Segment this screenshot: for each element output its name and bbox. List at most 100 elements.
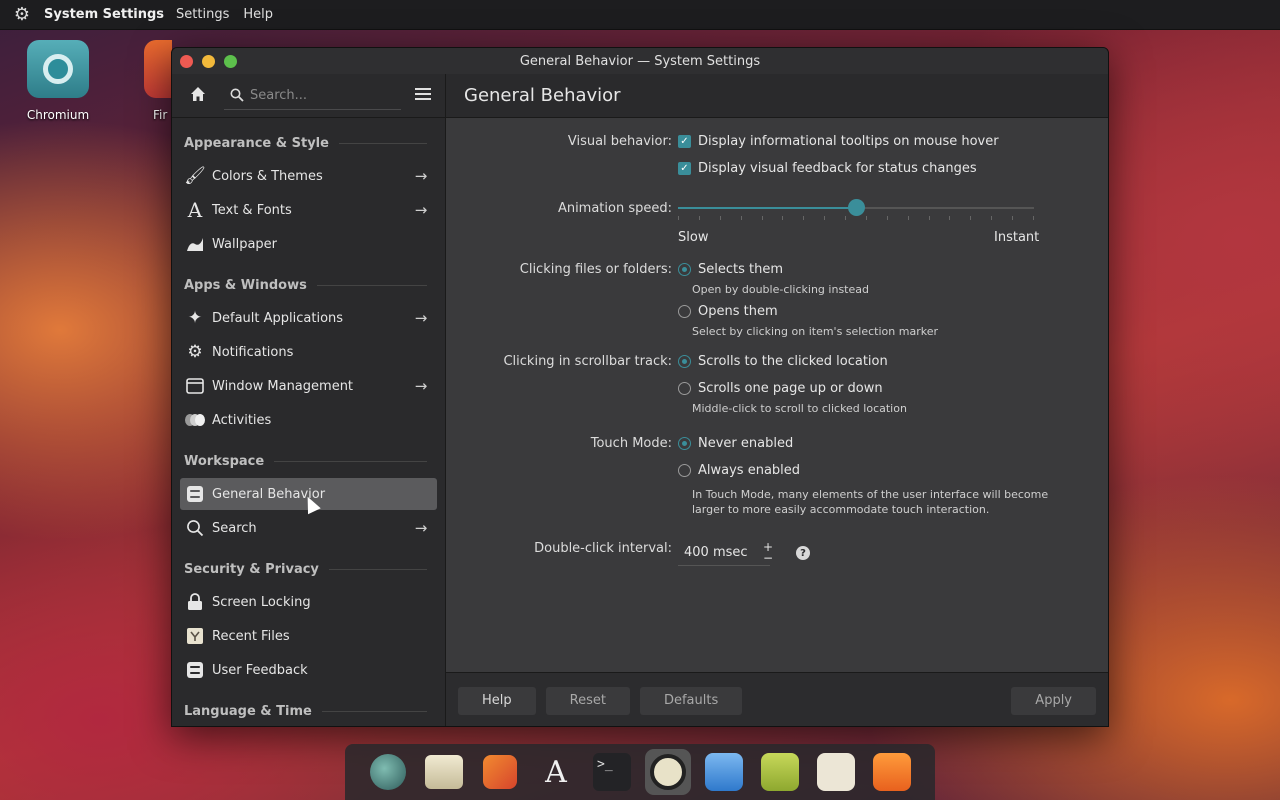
close-window-button[interactable] — [180, 54, 193, 68]
slider-tick — [866, 216, 867, 220]
sidebar-item-colors-themes[interactable]: 🖌 Colors & Themes → — [180, 160, 437, 192]
section-title: Apps & Windows — [184, 277, 307, 293]
help-button[interactable]: Help — [458, 686, 536, 715]
wallpaper-icon — [184, 233, 206, 255]
checkbox-label: Display informational tooltips on mouse … — [698, 134, 999, 149]
sidebar-item-label: Text & Fonts — [212, 202, 292, 218]
sidebar-item-notifications[interactable]: ⚙ Notifications — [180, 336, 437, 368]
dock-app-spreadsheet[interactable] — [757, 749, 803, 795]
menu-settings[interactable]: Settings — [176, 7, 229, 22]
section-title: Security & Privacy — [184, 561, 319, 577]
minimize-window-button[interactable] — [202, 54, 215, 68]
reset-button[interactable]: Reset — [545, 686, 630, 715]
spreadsheet-icon — [761, 753, 799, 791]
apply-button[interactable]: Apply — [1011, 686, 1096, 715]
sidebar-item-label: Colors & Themes — [212, 168, 323, 184]
search-icon — [184, 517, 206, 539]
sidebar-search[interactable] — [224, 82, 401, 110]
sidebar-item-screen-locking[interactable]: Screen Locking — [180, 586, 437, 618]
double-click-value[interactable]: 400 msec — [678, 540, 770, 566]
recent-files-icon — [184, 625, 206, 647]
sidebar: Appearance & Style 🖌 Colors & Themes → A… — [172, 74, 446, 726]
dock-app-vlc[interactable] — [869, 749, 915, 795]
hamburger-menu-button[interactable] — [409, 85, 437, 106]
desktop-icon-firefox[interactable]: Fir — [132, 40, 172, 122]
sidebar-item-wallpaper[interactable]: Wallpaper — [180, 228, 437, 260]
kde-logo-icon[interactable]: ⚙ — [0, 4, 44, 25]
scroll-to-location-radio[interactable]: Scrolls to the clicked location — [678, 354, 888, 369]
sidebar-item-label: Activities — [212, 412, 272, 428]
sidebar-item-user-feedback[interactable]: User Feedback — [180, 654, 437, 686]
search-icon — [230, 88, 244, 102]
sidebar-item-window-management[interactable]: Window Management → — [180, 370, 437, 402]
dock-app-terminal[interactable]: >_ — [589, 749, 635, 795]
slider-tick — [803, 216, 804, 220]
file-manager-icon — [425, 755, 463, 789]
opens-them-radio[interactable]: Opens them — [678, 304, 778, 319]
dock-app-firefox[interactable] — [477, 749, 523, 795]
touch-mode-hint-line2: larger to more easily accommodate touch … — [692, 503, 990, 516]
never-enabled-radio[interactable]: Never enabled — [678, 436, 793, 451]
maximize-window-button[interactable] — [224, 54, 237, 68]
sidebar-item-text-fonts[interactable]: A Text & Fonts → — [180, 194, 437, 226]
dock-app-files[interactable] — [365, 749, 411, 795]
animation-speed-label: Animation speed: — [557, 201, 672, 216]
selects-them-hint: Open by double-clicking instead — [692, 283, 869, 296]
slider-tick — [949, 216, 950, 220]
slider-min-label: Slow — [678, 230, 709, 245]
help-icon[interactable]: ? — [796, 546, 810, 560]
dock-app-font-viewer[interactable]: A — [533, 749, 579, 795]
radio-selected-icon — [678, 355, 691, 368]
slider-tick — [991, 216, 992, 220]
dock-app-file-manager[interactable] — [421, 749, 467, 795]
document-icon — [705, 753, 743, 791]
section-title: Appearance & Style — [184, 135, 329, 151]
sidebar-item-label: User Feedback — [212, 662, 308, 678]
sidebar-item-activities[interactable]: Activities — [180, 404, 437, 436]
section-apps-windows: Apps & Windows — [180, 270, 437, 300]
slider-max-label: Instant — [994, 230, 1040, 245]
double-click-spinbox[interactable]: 400 msec + − ? — [678, 540, 810, 566]
files-icon — [370, 754, 406, 790]
radio-unselected-icon — [678, 464, 691, 477]
window-icon — [184, 375, 206, 397]
sidebar-item-recent-files[interactable]: Recent Files — [180, 620, 437, 652]
desktop-icon-chromium[interactable]: Chromium — [18, 40, 98, 122]
search-input[interactable] — [250, 87, 400, 103]
dock-app-system-settings[interactable] — [645, 749, 691, 795]
radio-selected-icon — [678, 263, 691, 276]
menu-help[interactable]: Help — [243, 7, 273, 22]
visual-feedback-checkbox[interactable]: ✓ Display visual feedback for status cha… — [678, 161, 977, 176]
section-workspace: Workspace — [180, 446, 437, 476]
sidebar-item-label: General Behavior — [212, 486, 326, 502]
home-button[interactable] — [180, 86, 216, 106]
slider-tick — [1033, 216, 1034, 220]
sidebar-item-label: Notifications — [212, 344, 294, 360]
slider-tick — [824, 216, 825, 220]
lock-icon — [184, 591, 206, 613]
window-titlebar[interactable]: General Behavior — System Settings — [172, 48, 1108, 74]
scroll-one-page-radio[interactable]: Scrolls one page up or down — [678, 381, 883, 396]
slider-tick — [845, 216, 846, 220]
slider-handle[interactable] — [848, 199, 865, 216]
app-name[interactable]: System Settings — [44, 7, 164, 22]
firefox-icon — [483, 755, 517, 789]
touch-mode-label: Touch Mode: — [590, 436, 672, 451]
slider-tick — [720, 216, 721, 220]
sidebar-item-search[interactable]: Search → — [180, 512, 437, 544]
scrollbar-track-label: Clicking in scrollbar track: — [503, 354, 672, 369]
decrement-button[interactable]: − — [763, 552, 773, 564]
tooltips-checkbox[interactable]: ✓ Display informational tooltips on mous… — [678, 134, 999, 149]
animation-speed-slider[interactable] — [678, 199, 1034, 220]
always-enabled-radio[interactable]: Always enabled — [678, 463, 800, 478]
dock-app-document[interactable] — [701, 749, 747, 795]
radio-unselected-icon — [678, 305, 691, 318]
dock-app-gimp[interactable] — [813, 749, 859, 795]
defaults-button[interactable]: Defaults — [639, 686, 743, 715]
chromium-icon — [27, 40, 89, 98]
selects-them-radio[interactable]: Selects them — [678, 262, 783, 277]
radio-label: Selects them — [698, 262, 784, 277]
top-menubar: ⚙ System Settings Settings Help — [0, 0, 1280, 30]
sidebar-item-default-applications[interactable]: ✦ Default Applications → — [180, 302, 437, 334]
terminal-icon: >_ — [593, 753, 631, 791]
